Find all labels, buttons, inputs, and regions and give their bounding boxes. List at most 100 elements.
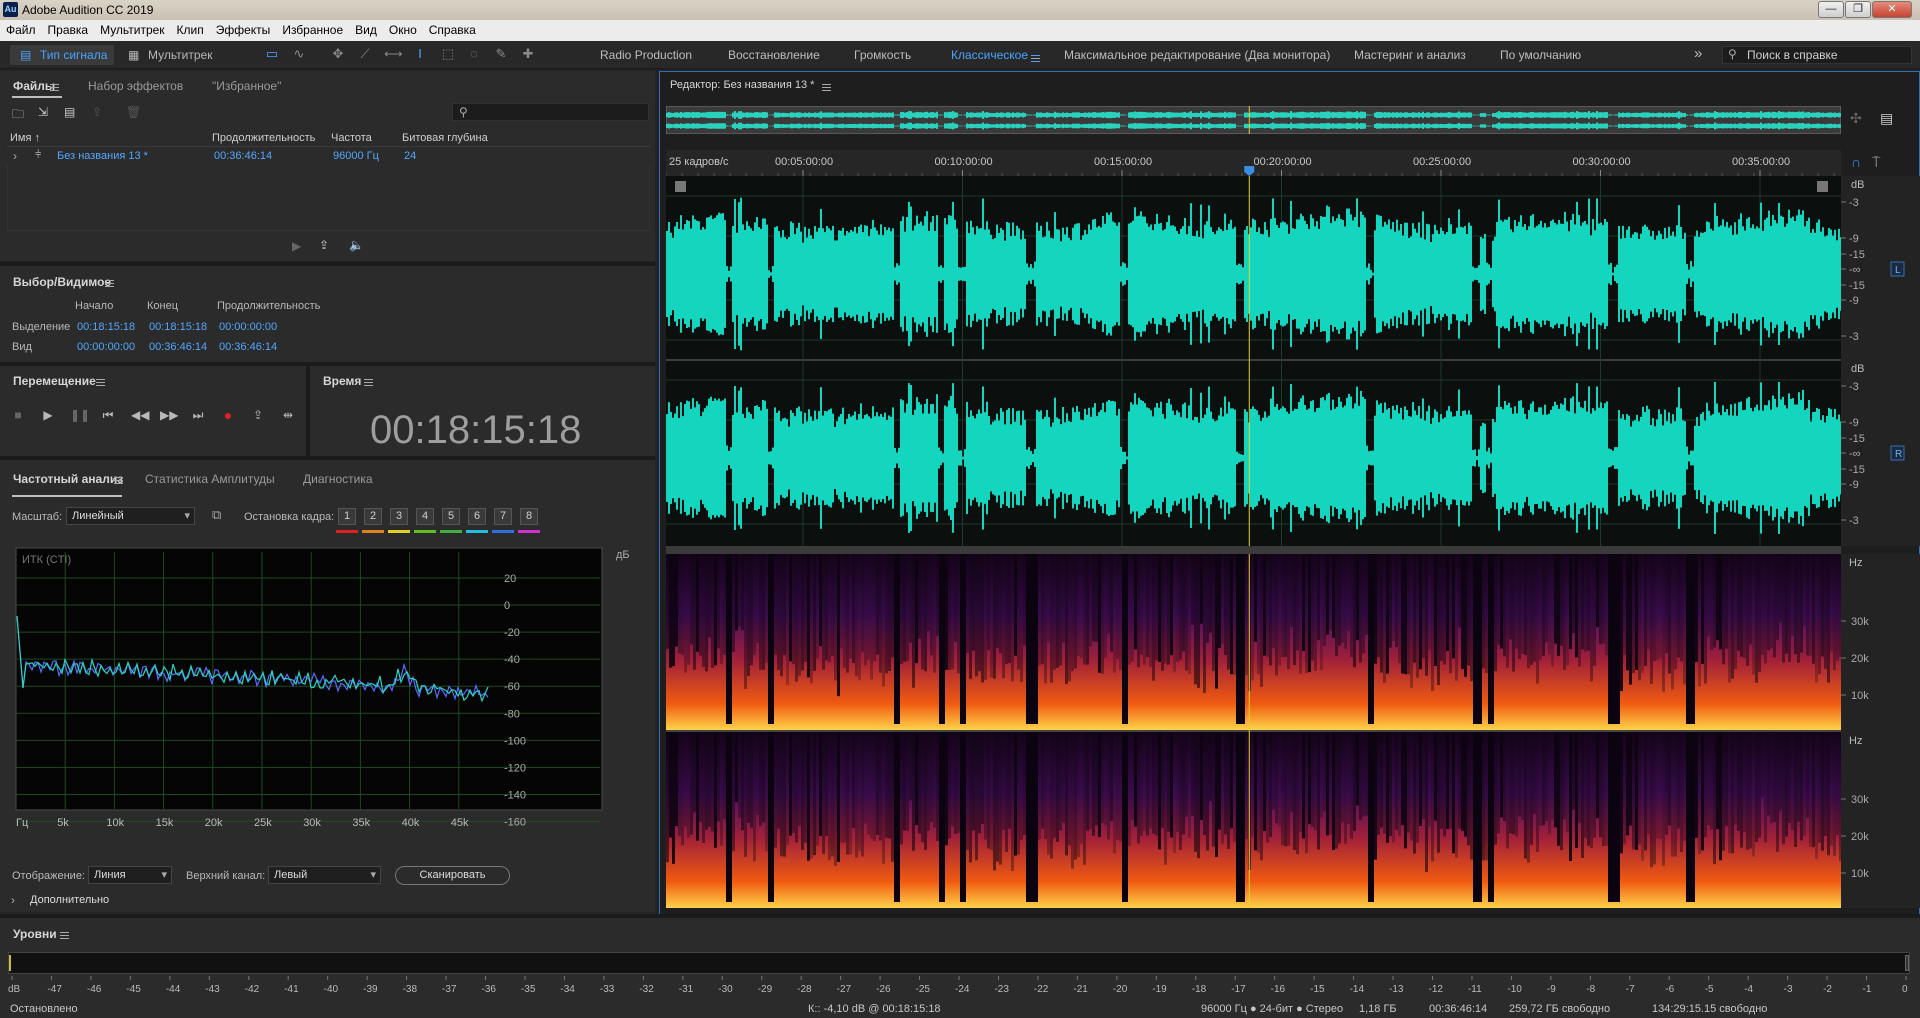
table-row[interactable]: › ⫩ Без названия 13 * 00:36:46:14 96000 … — [7, 148, 650, 165]
minimize-button[interactable]: — — [1818, 1, 1844, 18]
view-start-field[interactable]: 00:00:00:00 — [77, 341, 135, 353]
tab-effects-rack[interactable]: Набор эффектов — [88, 79, 183, 93]
pause-button[interactable]: ❚❚ — [70, 408, 90, 422]
workspace-max-editing[interactable]: Максимальное редактирование (Два монитор… — [1064, 48, 1330, 62]
spectral-display-icon[interactable]: ∿ — [291, 47, 307, 61]
menu-view[interactable]: Вид — [349, 20, 383, 37]
magnet-snap-icon[interactable]: ∩ — [1851, 154, 1861, 170]
waveform-display-icon[interactable]: ▭ — [264, 47, 280, 61]
workspace-default[interactable]: По умолчанию — [1500, 48, 1581, 62]
razor-tool-icon[interactable]: ⟋ — [357, 47, 373, 61]
help-search-input[interactable]: Поиск в справке — [1722, 46, 1912, 64]
import-file-icon[interactable]: ⇲ — [38, 105, 48, 119]
frequency-graph[interactable]: ИТК (CTI) дБ 20 0 -20 -40 -60 -80 -100 -120 -140… — [14, 546, 646, 836]
menu-help[interactable]: Справка — [423, 20, 482, 37]
menu-file[interactable]: Файл — [0, 20, 42, 37]
selection-end-field[interactable]: 00:18:15:18 — [149, 321, 207, 333]
freeze-button-2[interactable]: 2 — [364, 508, 382, 525]
menu-effects[interactable]: Эффекты — [210, 20, 277, 37]
tab-diagnostics[interactable]: Диагностика — [303, 472, 373, 486]
skip-to-start-button[interactable]: ⏮ — [100, 408, 116, 422]
waveform-display[interactable] — [666, 176, 1841, 546]
pin-icon[interactable]: ⍑ — [1872, 154, 1880, 171]
spectral-display[interactable] — [666, 554, 1841, 908]
time-selection-tool-icon[interactable]: I — [412, 47, 428, 61]
close-button[interactable]: ✕ — [1872, 1, 1912, 18]
time-ruler[interactable]: 25 кадров/с 00:05:00:00 00:10:00:00 00:15:… — [666, 150, 1841, 176]
scale-dropdown[interactable]: Линейный — [66, 507, 195, 525]
stop-button[interactable]: ■ — [10, 408, 26, 422]
freeze-button-1[interactable]: 1 — [338, 508, 356, 525]
levels-panel-menu-icon[interactable] — [60, 928, 69, 942]
files-search-input[interactable]: ⚲ — [452, 103, 649, 121]
display-dropdown[interactable]: Линия — [88, 866, 172, 884]
spot-healing-tool-icon[interactable]: ✚ — [520, 47, 536, 61]
tab-files[interactable]: Файлы — [13, 79, 55, 93]
spectral-splitter[interactable] — [666, 546, 1841, 554]
record-button[interactable]: ● — [220, 408, 236, 422]
column-duration[interactable]: Продолжительность — [212, 132, 315, 144]
slip-tool-icon[interactable]: ⟷ — [384, 47, 403, 61]
menu-favorites[interactable]: Избранное — [276, 20, 349, 37]
zoom-out-full-icon[interactable]: ✣ — [1850, 110, 1862, 127]
left-channel-label[interactable]: L — [1895, 265, 1901, 276]
more-workspaces-icon[interactable]: » — [1694, 45, 1702, 62]
loop-file-icon[interactable]: ⇪ — [319, 238, 329, 252]
freeze-button-7[interactable]: 7 — [494, 508, 512, 525]
open-file-icon[interactable]: 🗀 — [12, 105, 24, 126]
workspace-loudness[interactable]: Громкость — [854, 48, 911, 62]
scan-button[interactable]: Сканировать — [395, 866, 510, 885]
column-name[interactable]: Имя ↑ — [10, 132, 40, 144]
overview-bar[interactable] — [666, 106, 1841, 134]
play-button[interactable]: ▶ — [40, 408, 56, 422]
editor-menu-icon[interactable] — [822, 80, 831, 94]
advanced-section-label[interactable]: Дополнительно — [30, 894, 109, 906]
freq-panel-menu-icon[interactable] — [114, 473, 123, 487]
channel-dropdown[interactable]: Левый — [268, 866, 381, 884]
rewind-button[interactable]: ◀◀ — [131, 408, 149, 422]
freeze-button-5[interactable]: 5 — [442, 508, 460, 525]
menu-clip[interactable]: Клип — [171, 20, 210, 37]
column-rate[interactable]: Частота — [331, 132, 372, 144]
workspace-mastering[interactable]: Мастеринг и анализ — [1354, 48, 1466, 62]
clip-indicator[interactable] — [1905, 955, 1909, 971]
right-channel-label[interactable]: R — [1895, 449, 1902, 460]
time-panel-menu-icon[interactable] — [364, 375, 373, 389]
freeze-button-3[interactable]: 3 — [390, 508, 408, 525]
tab-frequency-analysis[interactable]: Частотный анализ — [13, 472, 123, 486]
move-tool-icon[interactable]: ✥ — [330, 47, 346, 61]
tab-favorites[interactable]: "Избранное" — [212, 79, 281, 93]
autoplay-speaker-icon[interactable]: 🔈 — [349, 238, 364, 252]
waveform-view-button[interactable]: ▤ Тип сигнала — [10, 45, 114, 65]
marquee-tool-icon[interactable]: ⬚ — [440, 47, 456, 61]
files-panel-menu-icon[interactable] — [50, 80, 59, 94]
fast-forward-button[interactable]: ▶▶ — [160, 408, 178, 422]
workspace-menu-icon[interactable] — [1031, 51, 1040, 65]
workspace-restoration[interactable]: Восстановление — [728, 48, 820, 62]
left-channel-toggle-icon[interactable] — [675, 181, 686, 192]
spectral-toggle-icon[interactable]: ▤ — [1880, 110, 1893, 127]
freeze-button-4[interactable]: 4 — [416, 508, 434, 525]
freeze-button-6[interactable]: 6 — [468, 508, 486, 525]
menu-multitrack[interactable]: Мультитрек — [94, 20, 170, 37]
maximize-button[interactable]: ❐ — [1845, 1, 1871, 18]
selection-duration-field[interactable]: 00:00:00:00 — [219, 321, 277, 333]
tab-amplitude-statistics[interactable]: Статистика Амплитуды — [145, 472, 275, 486]
multitrack-view-button[interactable]: ▦ Мультитрек — [124, 45, 220, 65]
new-file-icon[interactable]: ▤ — [64, 105, 75, 119]
lasso-tool-icon[interactable]: ◌ — [466, 47, 482, 61]
brush-tool-icon[interactable]: ✎ — [493, 47, 509, 61]
selection-panel-menu-icon[interactable] — [105, 276, 114, 290]
menu-edit[interactable]: Правка — [42, 20, 95, 37]
expand-icon[interactable]: › — [13, 149, 17, 163]
skip-selection-button[interactable]: ⇹ — [280, 408, 296, 422]
expand-advanced-icon[interactable]: › — [11, 893, 15, 907]
workspace-classic[interactable]: Классическое — [951, 48, 1028, 62]
right-channel-toggle-icon[interactable] — [1817, 181, 1828, 192]
selection-start-field[interactable]: 00:18:15:18 — [77, 321, 135, 333]
transport-panel-menu-icon[interactable] — [96, 375, 105, 389]
loop-playback-button[interactable]: ⇪ — [250, 408, 266, 422]
column-bit-depth[interactable]: Битовая глубина — [402, 132, 488, 144]
menu-window[interactable]: Окно — [383, 20, 423, 37]
freeze-button-8[interactable]: 8 — [520, 508, 538, 525]
